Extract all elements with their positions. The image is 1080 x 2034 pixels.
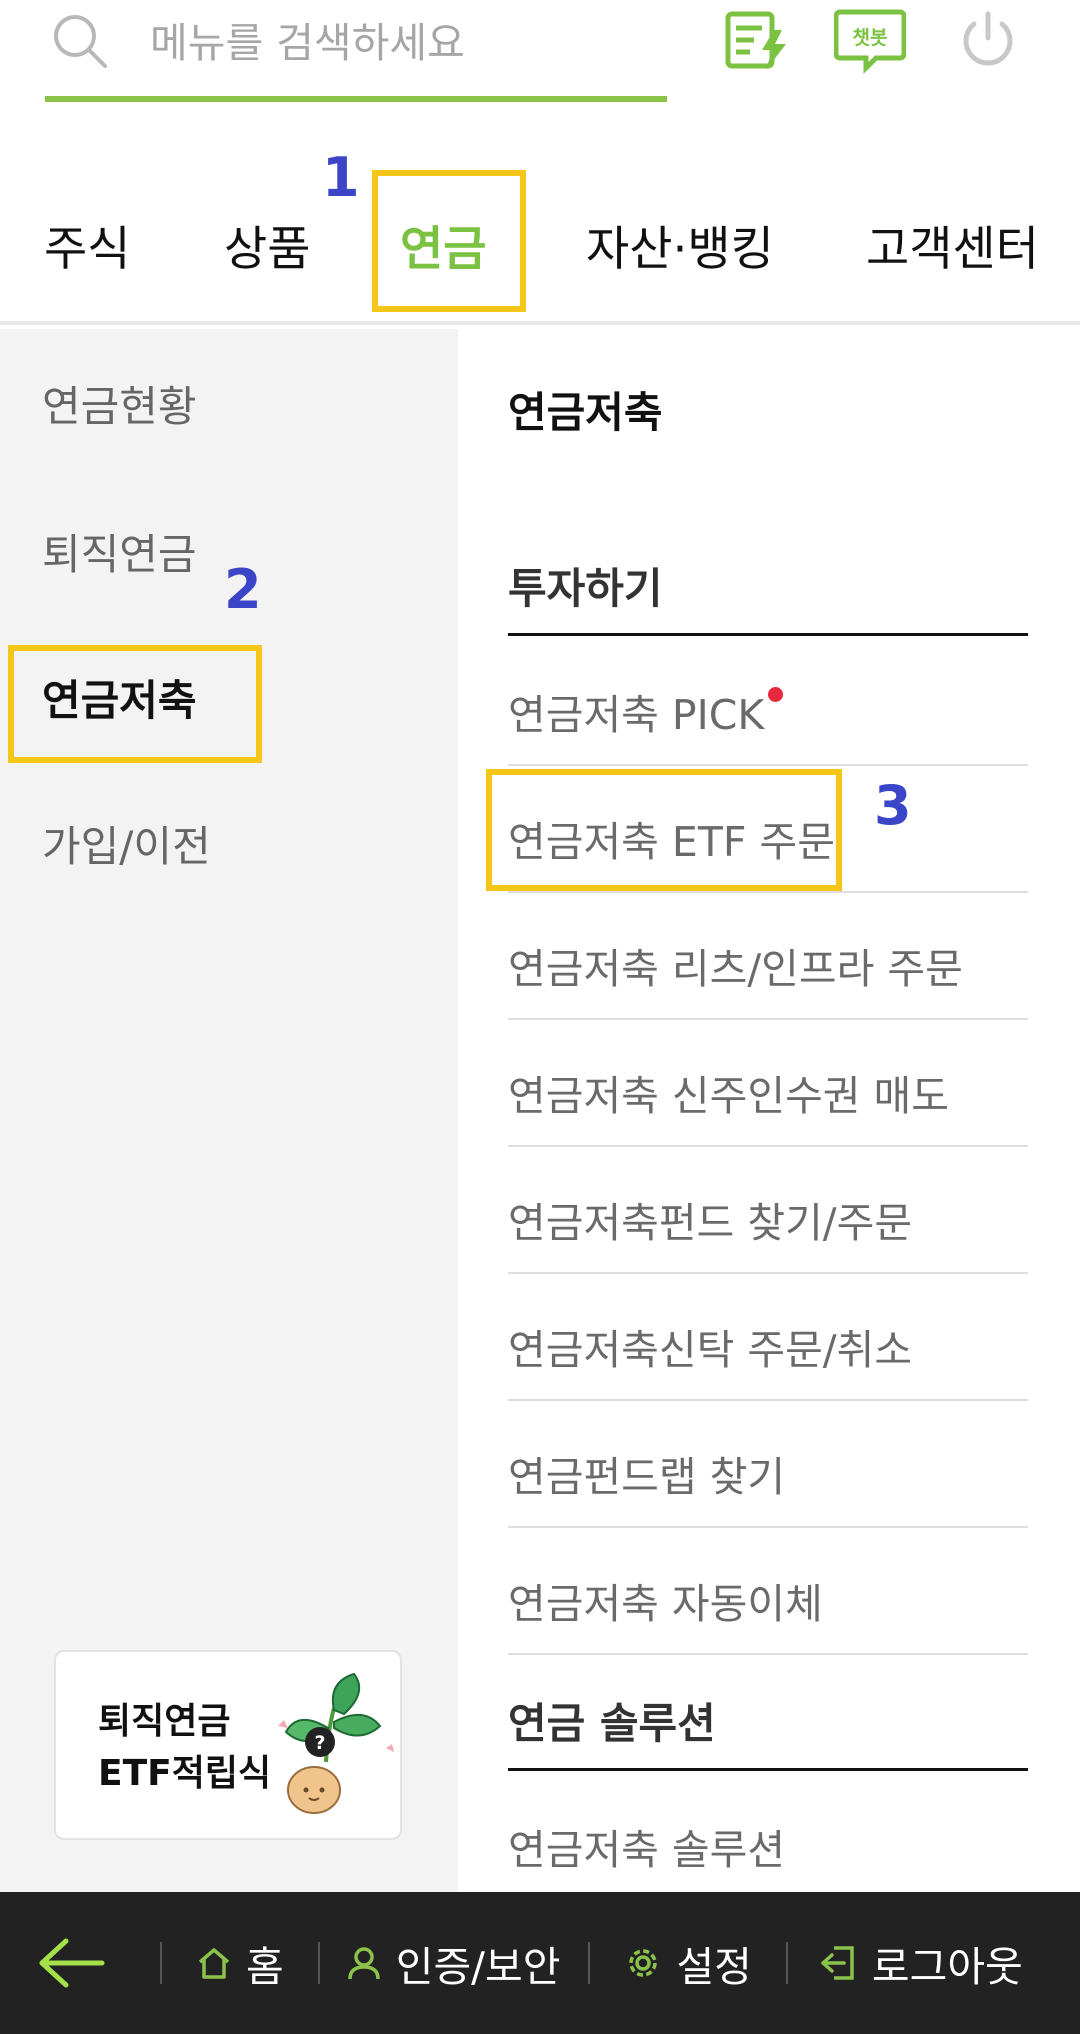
menu-item-pension-pick[interactable]: 연금저축 PICK (508, 639, 1028, 766)
section-heading-solution: 연금 솔루션 (508, 1676, 1028, 1771)
person-icon (347, 1947, 380, 1980)
search-input[interactable] (150, 8, 650, 78)
promo-line1: 퇴직연금 (98, 1701, 231, 1742)
logout-button[interactable]: 로그아웃 (818, 1933, 1023, 1993)
annotation-box-1 (372, 170, 526, 312)
logout-label: 로그아웃 (871, 1943, 1023, 1991)
back-button[interactable] (36, 1935, 122, 1991)
annotation-box-3 (486, 769, 842, 891)
promo-text: 퇴직연금 ETF적립식 (98, 1696, 271, 1800)
main-nav: 주식 상품 연금 자산·뱅킹 고객센터 (0, 150, 1080, 325)
search-icon[interactable] (51, 12, 109, 70)
logout-icon (821, 1946, 854, 1980)
search-bar[interactable] (45, 0, 667, 102)
tab-assets-banking[interactable]: 자산·뱅킹 (586, 210, 774, 279)
menu-item-pension-fund-search[interactable]: 연금저축펀드 찾기/주문 (508, 1147, 1028, 1274)
back-arrow-icon (39, 1938, 105, 1988)
menu-item-pension-rights-sell[interactable]: 연금저축 신주인수권 매도 (508, 1020, 1028, 1147)
menu-item-pension-trust-order[interactable]: 연금저축신탁 주문/취소 (508, 1274, 1028, 1401)
panel-title: 연금저축 (508, 388, 663, 437)
left-item-retirement-pension[interactable]: 퇴직연금 (42, 521, 197, 582)
tab-products[interactable]: 상품 (224, 210, 310, 279)
menu-item-pension-solution[interactable]: 연금저축 솔루션 (508, 1774, 1028, 1901)
section-heading-invest: 투자하기 (508, 541, 1028, 636)
bar-divider (588, 1942, 591, 1984)
menu-item-pension-reits-order[interactable]: 연금저축 리츠/인프라 주문 (508, 893, 1028, 1020)
annotation-number-2: 2 (224, 558, 262, 621)
settings-button[interactable]: 설정 (624, 1933, 752, 1993)
chatbot-icon[interactable]: 챗봇 (834, 4, 906, 76)
bar-divider (160, 1942, 162, 1984)
svg-text:?: ? (314, 1732, 325, 1754)
quick-order-icon[interactable] (722, 4, 794, 76)
settings-label: 설정 (676, 1943, 752, 1991)
home-button[interactable]: 홈 (196, 1933, 284, 1993)
left-item-pension-status[interactable]: 연금현황 (42, 373, 197, 434)
auth-security-button[interactable]: 인증/보안 (346, 1933, 561, 1993)
sprout-character-icon: ? (278, 1672, 394, 1814)
tab-customer-center[interactable]: 고객센터 (866, 210, 1039, 279)
left-item-join-transfer[interactable]: 가입/이전 (42, 813, 211, 874)
home-label: 홈 (246, 1943, 284, 1991)
annotation-box-2 (8, 645, 262, 763)
menu-item-pension-fund-wrap[interactable]: 연금펀드랩 찾기 (508, 1401, 1028, 1528)
new-badge-dot (768, 687, 784, 702)
gear-icon (629, 1949, 658, 1977)
bar-divider (785, 1942, 788, 1984)
auth-security-label: 인증/보안 (395, 1943, 561, 1991)
chatbot-label: 챗봇 (853, 27, 888, 49)
annotation-number-1: 1 (322, 146, 360, 209)
bottom-bar: 홈 인증/보안 설정 로그아웃 (0, 1892, 1080, 2034)
home-icon (198, 1948, 230, 1979)
menu-item-label: 연금저축 PICK (508, 691, 765, 739)
promo-banner[interactable]: 퇴직연금 ETF적립식 ? (54, 1650, 402, 1840)
annotation-number-3: 3 (874, 774, 912, 837)
power-icon[interactable] (952, 4, 1024, 76)
promo-line2: ETF적립식 (98, 1753, 272, 1794)
menu-item-pension-auto-transfer[interactable]: 연금저축 자동이체 (508, 1528, 1028, 1655)
bar-divider (317, 1942, 320, 1984)
right-panel: 연금저축 투자하기 연금저축 PICK 연금저축 ETF 주문 연금저축 리츠/… (458, 329, 1080, 1892)
app-root: 챗봇 주식 상품 연금 자산·뱅킹 고객센터 연금현황 퇴직연금 연금저축 가입… (0, 0, 1080, 2034)
tab-stocks[interactable]: 주식 (44, 210, 130, 279)
